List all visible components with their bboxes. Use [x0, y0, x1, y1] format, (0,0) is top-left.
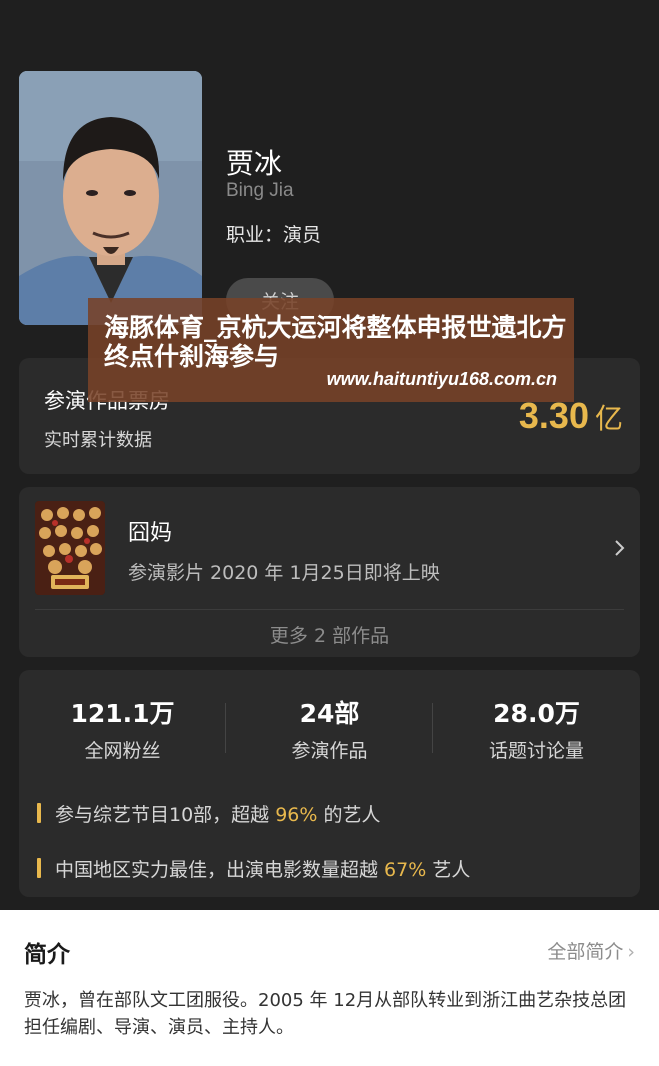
highlight-text: 艺人 [426, 859, 471, 881]
actor-occupation: 职业：演员 [226, 224, 322, 246]
actor-name: 贾冰 [226, 147, 283, 180]
discussion-count: 28.0万 [493, 699, 580, 728]
highlight-text: 的艺人 [317, 804, 381, 826]
fans-label: 全网粉丝 [84, 740, 161, 762]
highlight-percent: 67% [384, 859, 427, 881]
highlight-text: 中国地区实力最佳，出演电影数量超越 [55, 859, 385, 881]
work-title[interactable]: 囧妈 [128, 515, 172, 547]
watermark-title: 海豚体育_京杭大运河将整体申报世遗北方终点什刹海参与 [104, 313, 567, 371]
discussion-label: 话题讨论量 [488, 740, 584, 762]
chevron-right-icon[interactable] [612, 537, 628, 559]
chevron-right-icon: › [627, 941, 635, 963]
more-works-link[interactable]: 更多 2 部作品 [0, 621, 659, 648]
all-intro-label[interactable]: 全部简介 [547, 941, 623, 963]
highlight-text: 参与综艺节目10部，超越 [55, 804, 276, 826]
all-intro-link[interactable]: 全部简介 › [547, 937, 635, 964]
watermark-url: www.haituntiyu168.com.cn [326, 369, 557, 389]
intro-text: 贾冰，曾在部队文工团服役。2005 年 12月从部队转业到浙江曲艺杂技总团担任编… [24, 990, 627, 1038]
intro-title: 简介 [24, 942, 70, 968]
highlight-variety-shows: 参与综艺节目10部，超越 96% 的艺人 [55, 800, 381, 827]
highlight-film-count: 中国地区实力最佳，出演电影数量超越 67% 艺人 [55, 855, 470, 882]
actor-english-name: Bing Jia [226, 180, 294, 201]
divider [35, 609, 624, 610]
movie-poster[interactable] [35, 501, 105, 595]
highlight-bar [37, 803, 41, 823]
work-release-info: 参演影片 2020 年 1月25日即将上映 [128, 562, 440, 584]
movie-poster-image [35, 501, 105, 595]
highlight-bar [37, 858, 41, 878]
box-office-unit: 亿 [594, 403, 623, 434]
box-office-subtitle: 实时累计数据 [44, 430, 152, 451]
actor-portrait-image [19, 71, 202, 325]
works-count-label: 参演作品 [291, 740, 368, 762]
works-count: 24部 [299, 699, 360, 728]
highlight-percent: 96% [275, 804, 318, 826]
actor-photo [19, 71, 202, 325]
fans-count: 121.1万 [70, 699, 175, 728]
